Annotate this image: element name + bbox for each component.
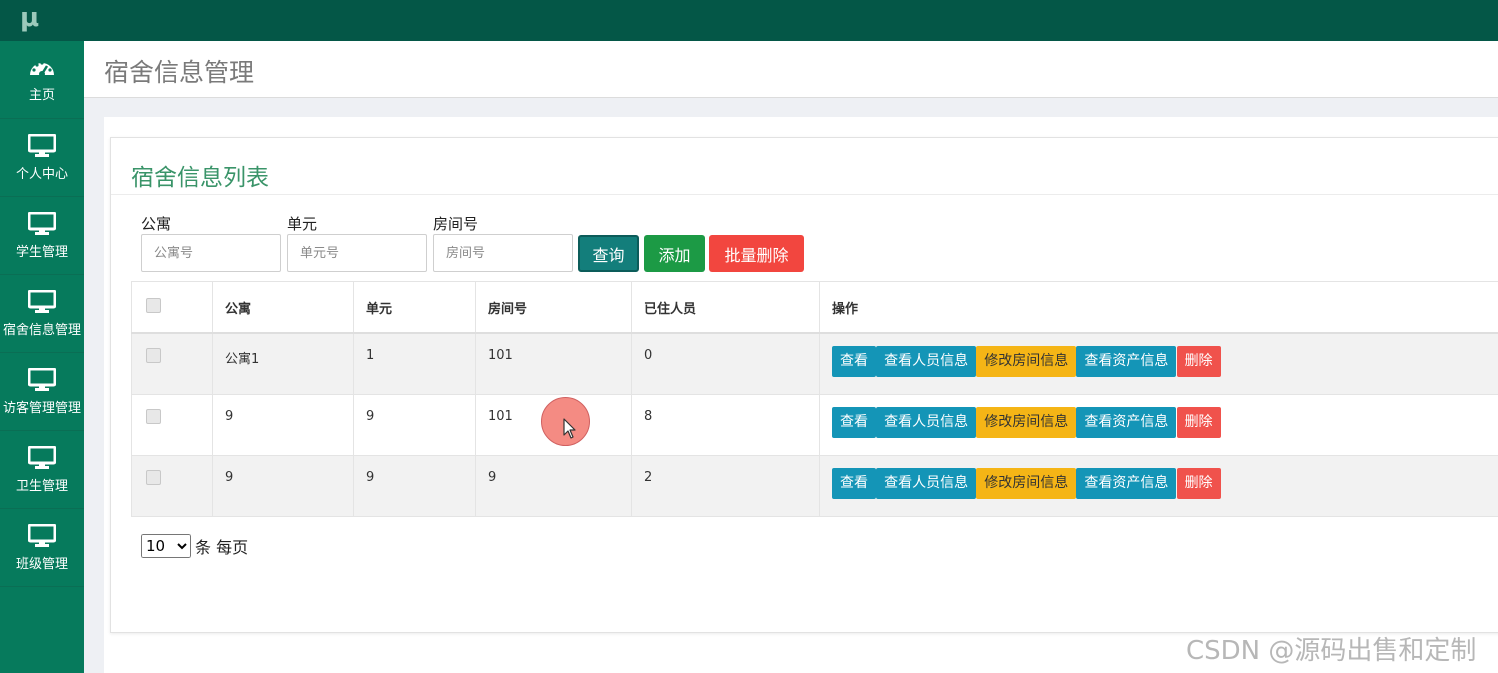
sidebar-item-label: 宿舍信息管理 [2,322,81,338]
view-assets-button[interactable]: 查看资产信息 [1076,346,1177,377]
column-header-room: 房间号 [475,281,632,334]
cell-unit: 9 [353,393,476,456]
sidebar-item-label: 学生管理 [15,244,68,260]
room-label: 房间号 [433,215,479,233]
view-button[interactable]: 查看 [832,346,876,377]
cell-room: 101 [475,332,632,395]
cell-occupants: 8 [631,393,820,456]
cell-actions: 查看 查看人员信息 修改房间信息 查看资产信息 删除 [819,393,1498,456]
page-title: 宿舍信息管理 [104,58,255,87]
sidebar-item-classes[interactable]: 班级管理 [0,509,84,587]
monitor-icon [28,133,56,157]
cell-room: 9 [475,454,632,517]
monitor-icon [28,523,56,547]
monitor-icon [28,211,56,235]
table-row: 9 9 101 8 查看 查看人员信息 修改房间信息 查看资产信息 删除 [131,393,1498,456]
sidebar-item-label: 个人中心 [15,166,68,182]
page-size-select[interactable]: 10 [141,534,191,558]
monitor-icon [28,289,56,313]
edit-room-button[interactable]: 修改房间信息 [976,467,1077,499]
select-all-checkbox[interactable] [146,297,161,313]
column-header-apartment: 公寓 [212,281,354,334]
app-logo: μ [0,0,84,41]
query-button[interactable]: 查询 [578,235,639,272]
delete-button[interactable]: 删除 [1176,406,1221,438]
cell-unit: 9 [353,454,476,517]
select-all-cell [131,281,213,334]
dashboard-icon [30,60,54,77]
watermark: CSDN @源码出售和定制 [1186,636,1477,666]
delete-button[interactable]: 删除 [1176,467,1221,499]
cell-occupants: 0 [631,332,820,395]
column-header-actions: 操作 [819,281,1498,334]
dorm-table: 公寓 单元 房间号 已住人员 操作 公寓1 1 101 0 查看 查看人员信息 [131,281,1498,517]
row-select-cell [131,454,213,517]
view-assets-button[interactable]: 查看资产信息 [1076,406,1177,438]
column-header-occupants: 已住人员 [631,281,820,334]
pagination: 10 条 每页 [141,534,248,558]
table-row: 9 9 9 2 查看 查看人员信息 修改房间信息 查看资产信息 删除 [131,454,1498,517]
column-header-unit: 单元 [353,281,476,334]
card-title: 宿舍信息列表 [131,165,269,191]
sidebar-item-label: 主页 [28,87,55,103]
top-bar [0,0,1498,41]
cell-apartment: 公寓1 [212,332,354,395]
sidebar-item-label: 班级管理 [15,556,68,572]
unit-input[interactable] [287,234,427,272]
monitor-icon [28,367,56,391]
row-select-cell [131,393,213,456]
divider [111,194,1498,195]
unit-label: 单元 [287,215,318,233]
sidebar-item-students[interactable]: 学生管理 [0,197,84,275]
sidebar-item-profile[interactable]: 个人中心 [0,119,84,197]
sidebar-item-hygiene[interactable]: 卫生管理 [0,431,84,509]
view-people-button[interactable]: 查看人员信息 [876,346,977,377]
page-size-suffix: 条 每页 [195,538,249,557]
cell-occupants: 2 [631,454,820,517]
dorm-list-card: 宿舍信息列表 公寓 单元 房间号 查询 添加 批量删除 公寓 单元 房间号 已住… [110,137,1498,633]
view-assets-button[interactable]: 查看资产信息 [1076,467,1177,499]
delete-button[interactable]: 删除 [1176,346,1221,377]
sidebar-item-visitors[interactable]: 访客管理管理 [0,353,84,431]
edit-room-button[interactable]: 修改房间信息 [976,346,1077,377]
sidebar: μ 主页 个人中心 学生管理 宿舍信息管理 访客管理管理 卫生管理 班级管理 [0,0,84,673]
table-header-row: 公寓 单元 房间号 已住人员 操作 [131,281,1498,334]
mouse-cursor-icon [563,418,576,439]
row-select-cell [131,332,213,395]
table-row: 公寓1 1 101 0 查看 查看人员信息 修改房间信息 查看资产信息 删除 [131,332,1498,395]
add-button[interactable]: 添加 [644,235,705,272]
room-input[interactable] [433,234,573,272]
row-checkbox[interactable] [146,348,161,363]
view-people-button[interactable]: 查看人员信息 [876,467,977,499]
cell-actions: 查看 查看人员信息 修改房间信息 查看资产信息 删除 [819,332,1498,395]
cell-apartment: 9 [212,454,354,517]
apartment-input[interactable] [141,234,281,272]
apartment-label: 公寓 [141,215,172,233]
cell-actions: 查看 查看人员信息 修改房间信息 查看资产信息 删除 [819,454,1498,517]
sidebar-item-home[interactable]: 主页 [0,41,84,119]
sidebar-item-dorm[interactable]: 宿舍信息管理 [0,275,84,353]
row-checkbox[interactable] [146,469,161,485]
page-header: 宿舍信息管理 [84,41,1498,98]
view-button[interactable]: 查看 [832,467,876,499]
view-people-button[interactable]: 查看人员信息 [876,406,977,438]
row-checkbox[interactable] [146,408,161,424]
cell-apartment: 9 [212,393,354,456]
sidebar-item-label: 访客管理管理 [2,400,81,416]
view-button[interactable]: 查看 [832,406,876,438]
monitor-icon [28,445,56,469]
edit-room-button[interactable]: 修改房间信息 [976,406,1077,438]
bulk-delete-button[interactable]: 批量删除 [709,235,804,272]
main-content: 宿舍信息列表 公寓 单元 房间号 查询 添加 批量删除 公寓 单元 房间号 已住… [104,117,1498,673]
sidebar-item-label: 卫生管理 [15,478,68,494]
cell-unit: 1 [353,332,476,395]
